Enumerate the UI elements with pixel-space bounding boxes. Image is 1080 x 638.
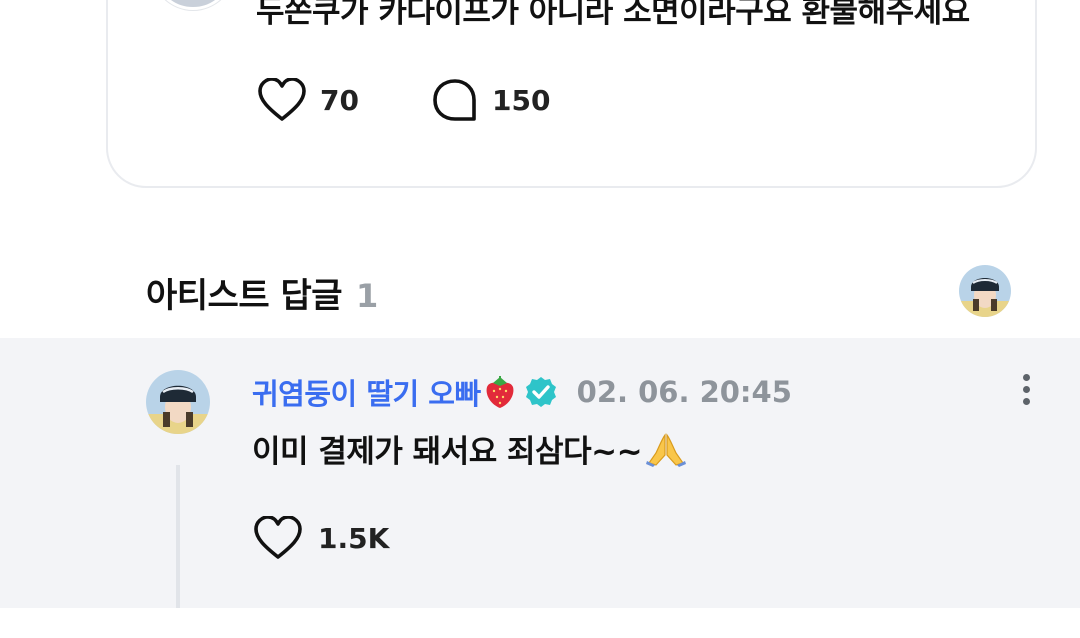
reply-avatar-image — [146, 370, 210, 434]
heart-icon — [258, 78, 306, 121]
strawberry-icon — [486, 376, 514, 408]
post-comment-button[interactable]: 150 — [432, 78, 550, 122]
section-count: 1 — [356, 277, 379, 315]
artist-avatar-image — [959, 265, 1011, 317]
post-card: 두쫀쿠가 카다이프가 아니라 소면이라구요 환불해주세요 70 150 — [106, 0, 1037, 188]
more-vertical-icon[interactable] — [1014, 374, 1038, 410]
reply-text-row: 이미 결제가 돼서요 죄삼다~~ — [252, 426, 687, 471]
reply-like-button[interactable]: 1.5K — [254, 516, 389, 560]
reply-meta: 귀염둥이 딸기 오빠 02. 06. 20:45 — [252, 372, 792, 412]
comment-bubble-icon — [433, 79, 476, 121]
folded-hands-icon — [646, 432, 687, 467]
section-title: 아티스트 답글 — [146, 276, 343, 316]
post-text: 두쫀쿠가 카다이프가 아니라 소면이라구요 환불해주세요 — [256, 0, 970, 30]
reply-like-count: 1.5K — [318, 521, 390, 555]
reply-author-avatar[interactable] — [146, 370, 210, 434]
reply-timestamp: 02. 06. 20:45 — [576, 375, 792, 409]
post-author-avatar[interactable] — [152, 0, 234, 10]
artist-replies-header: 아티스트 답글 1 — [146, 268, 378, 317]
thread-line — [176, 465, 180, 608]
bottom-spacer — [0, 608, 1080, 638]
verified-badge-icon — [525, 377, 556, 407]
reply-author-name[interactable]: 귀염둥이 딸기 오빠 — [252, 371, 481, 413]
reply-text: 이미 결제가 돼서요 죄삼다~~ — [252, 434, 643, 470]
post-comment-count: 150 — [492, 83, 551, 117]
artist-reply: 귀염둥이 딸기 오빠 02. 06. 20:45 이미 결제가 돼서요 죄삼다~… — [0, 338, 1080, 608]
artist-avatar[interactable] — [959, 265, 1011, 317]
post-like-button[interactable]: 70 — [258, 78, 359, 122]
heart-icon — [254, 516, 302, 559]
post-like-count: 70 — [320, 83, 359, 117]
